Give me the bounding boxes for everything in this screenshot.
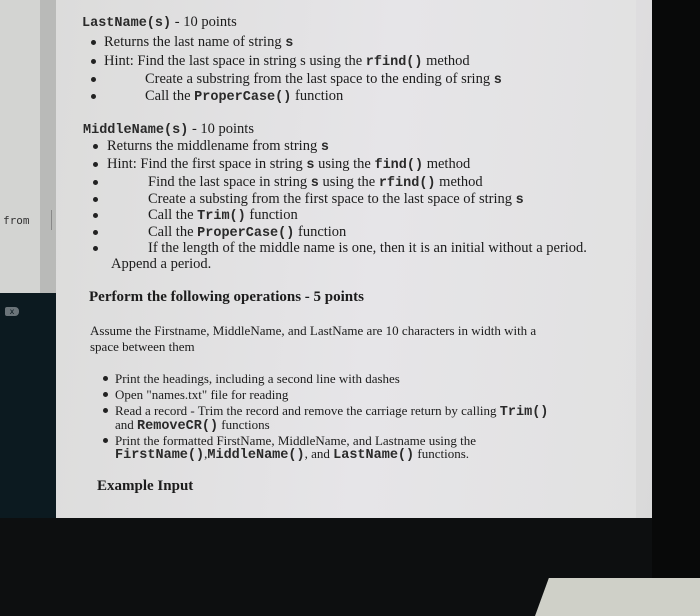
bullet-icon	[91, 40, 96, 45]
text: method	[435, 174, 483, 190]
code-text: MiddleName(s)	[83, 123, 189, 138]
text: Returns the middlename from string	[107, 138, 321, 154]
code-text: find()	[374, 158, 424, 173]
assume-line-1: Assume the Firstname, MiddleName, and La…	[90, 323, 537, 338]
text: function	[245, 207, 298, 223]
text: , and	[304, 446, 334, 461]
text: Call the	[148, 224, 198, 240]
left-dark-panel	[0, 293, 58, 518]
text: and	[115, 417, 138, 432]
text: Create a substing from the first space t…	[148, 191, 516, 207]
code-text: s	[515, 193, 524, 208]
text: Find the last space in string	[148, 174, 311, 190]
from-label: from	[3, 214, 30, 227]
bullet-icon	[103, 392, 108, 397]
lastname-item: Returns the last name of string s	[104, 34, 293, 52]
middlename-item: Hint: Find the first space in string s u…	[107, 156, 470, 174]
text: Read a record - Trim the record and remo…	[115, 403, 500, 418]
bullet-icon	[103, 438, 108, 443]
bullet-icon	[91, 59, 96, 64]
monitor-bezel	[652, 0, 700, 580]
lastname-heading: LastName(s) - 10 points	[82, 14, 237, 32]
middlename-item: Call the Trim() function	[148, 207, 298, 225]
middlename-heading: MiddleName(s) - 10 points	[83, 121, 254, 139]
lastname-item: Call the ProperCase() function	[145, 88, 343, 106]
example-input-heading: Example Input	[97, 478, 194, 494]
code-text: ProperCase()	[197, 226, 295, 241]
lastname-item: Create a substring from the last space t…	[145, 71, 502, 89]
bullet-icon	[103, 376, 108, 381]
text: Create a substring from the last space t…	[145, 71, 494, 87]
text: Hint: Find the first space in string	[107, 156, 307, 172]
operations-heading: Perform the following operations - 5 poi…	[89, 289, 364, 305]
desk-surface	[535, 578, 700, 616]
text: using the	[318, 174, 379, 190]
code-text: s	[320, 140, 329, 155]
code-text: rfind()	[378, 176, 436, 191]
text: functions	[218, 417, 270, 432]
text: function	[294, 224, 347, 240]
code-text: Trim()	[499, 405, 549, 420]
text: Call the	[148, 207, 198, 223]
code-text: rfind()	[365, 55, 423, 70]
text: functions.	[414, 446, 470, 461]
middlename-item: If the length of the middle name is one,…	[148, 240, 587, 256]
operation-item: FirstName(),MiddleName(), and LastName()…	[115, 446, 469, 464]
code-text: s	[493, 73, 502, 88]
text: Call the	[145, 88, 195, 104]
operation-item: Open "names.txt" file for reading	[115, 387, 288, 403]
code-text: LastName(s)	[82, 16, 172, 31]
bullet-icon	[93, 180, 98, 185]
bullet-icon	[93, 162, 98, 167]
close-icon[interactable]: x	[5, 307, 19, 316]
code-text: RemoveCR()	[137, 419, 219, 434]
bullet-icon	[91, 77, 96, 82]
text: Print the headings, including a second l…	[115, 371, 400, 386]
code-text: s	[310, 176, 319, 191]
text: method	[423, 156, 471, 172]
bullet-icon	[93, 213, 98, 218]
bullet-icon	[93, 230, 98, 235]
code-text: Trim()	[197, 209, 246, 224]
text: Open "names.txt" file for reading	[115, 387, 289, 402]
middlename-item: Find the last space in string s using th…	[148, 174, 483, 192]
text: function	[291, 88, 344, 104]
bullet-icon	[93, 246, 98, 251]
bullet-icon	[103, 408, 108, 413]
screen: from x LastName(s) - 10 points Returns th…	[0, 0, 652, 518]
bullet-icon	[93, 197, 98, 202]
code-text: s	[285, 36, 294, 51]
code-text: MiddleName()	[207, 448, 305, 463]
assume-line-2: space between them	[90, 339, 195, 354]
text: - 10 points	[188, 121, 254, 137]
lastname-item: Hint: Find the last space in string s us…	[104, 53, 470, 71]
code-text: FirstName()	[115, 448, 205, 463]
text: Hint: Find the last space in string s us…	[104, 53, 366, 69]
text-cursor	[51, 210, 52, 230]
append-period-text: Append a period.	[111, 256, 212, 272]
operation-item: Print the headings, including a second l…	[115, 371, 400, 387]
middlename-item: Returns the middlename from string s	[107, 138, 329, 156]
code-text: LastName()	[333, 448, 415, 463]
left-editor-strip	[0, 0, 40, 293]
text: method	[422, 53, 470, 69]
text: using the	[314, 156, 375, 172]
bullet-icon	[93, 144, 98, 149]
text: If the length of the middle name is one,…	[148, 240, 587, 256]
text: Returns the last name of string	[104, 34, 286, 50]
code-text: ProperCase()	[194, 90, 292, 105]
bullet-icon	[91, 94, 96, 99]
text: - 10 points	[171, 14, 237, 30]
